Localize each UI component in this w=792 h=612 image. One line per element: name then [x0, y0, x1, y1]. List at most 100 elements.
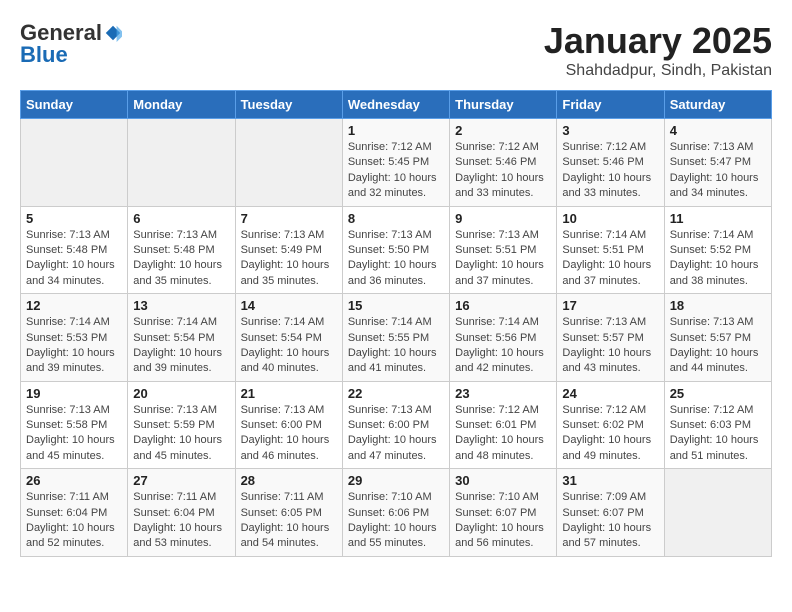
day-number: 6	[133, 211, 229, 226]
calendar-cell: 1 Sunrise: 7:12 AM Sunset: 5:45 PM Daylig…	[342, 119, 449, 207]
calendar-week-row: 19 Sunrise: 7:13 AM Sunset: 5:58 PM Dayli…	[21, 381, 772, 469]
day-info: Sunrise: 7:10 AM Sunset: 6:07 PM Dayligh…	[455, 490, 551, 552]
calendar-cell	[128, 119, 235, 207]
day-number: 1	[348, 123, 444, 138]
calendar-cell: 24Sunrise: 7:12 AM Sunset: 6:02 PM Dayli…	[557, 381, 664, 469]
day-number: 16	[455, 298, 551, 313]
day-info: Sunrise: 7:12 AM Sunset: 5:45 PM Dayligh…	[348, 140, 444, 202]
calendar-cell: 5Sunrise: 7:13 AM Sunset: 5:48 PM Daylig…	[21, 206, 128, 294]
logo: General Blue	[20, 20, 122, 68]
calendar-cell: 12 Sunrise: 7:14 AM Sunset: 5:53 PM Dayli…	[21, 294, 128, 382]
weekday-header-row: SundayMondayTuesdayWednesdayThursdayFrid…	[21, 91, 772, 119]
calendar-cell: 13 Sunrise: 7:14 AM Sunset: 5:54 PM Dayli…	[128, 294, 235, 382]
calendar-cell: 6 Sunrise: 7:13 AM Sunset: 5:48 PM Daylig…	[128, 206, 235, 294]
day-info: Sunrise: 7:14 AM Sunset: 5:53 PM Dayligh…	[26, 315, 122, 377]
day-number: 12	[26, 298, 122, 313]
day-info: Sunrise: 7:12 AM Sunset: 5:46 PM Dayligh…	[562, 140, 658, 202]
calendar-table: SundayMondayTuesdayWednesdayThursdayFrid…	[20, 90, 772, 557]
day-info: Sunrise: 7:13 AM Sunset: 5:59 PM Dayligh…	[133, 403, 229, 465]
day-info: Sunrise: 7:11 AM Sunset: 6:04 PM Dayligh…	[26, 490, 122, 552]
day-number: 25	[670, 386, 766, 401]
calendar-cell: 4 Sunrise: 7:13 AM Sunset: 5:47 PM Daylig…	[664, 119, 771, 207]
calendar-cell	[21, 119, 128, 207]
day-number: 4	[670, 123, 766, 138]
logo-icon	[104, 24, 122, 42]
weekday-header-monday: Monday	[128, 91, 235, 119]
day-info: Sunrise: 7:13 AM Sunset: 6:00 PM Dayligh…	[348, 403, 444, 465]
day-info: Sunrise: 7:09 AM Sunset: 6:07 PM Dayligh…	[562, 490, 658, 552]
day-info: Sunrise: 7:10 AM Sunset: 6:06 PM Dayligh…	[348, 490, 444, 552]
calendar-cell: 22 Sunrise: 7:13 AM Sunset: 6:00 PM Dayli…	[342, 381, 449, 469]
day-number: 31	[562, 473, 658, 488]
day-info: Sunrise: 7:12 AM Sunset: 5:46 PM Dayligh…	[455, 140, 551, 202]
day-info: Sunrise: 7:12 AM Sunset: 6:02 PM Dayligh…	[562, 403, 658, 465]
day-number: 5	[26, 211, 122, 226]
day-number: 28	[241, 473, 337, 488]
day-number: 21	[241, 386, 337, 401]
day-number: 15	[348, 298, 444, 313]
day-number: 13	[133, 298, 229, 313]
calendar-cell: 8Sunrise: 7:13 AM Sunset: 5:50 PM Daylig…	[342, 206, 449, 294]
day-info: Sunrise: 7:14 AM Sunset: 5:54 PM Dayligh…	[133, 315, 229, 377]
calendar-week-row: 26 Sunrise: 7:11 AM Sunset: 6:04 PM Dayli…	[21, 469, 772, 557]
day-number: 3	[562, 123, 658, 138]
day-number: 20	[133, 386, 229, 401]
calendar-cell	[664, 469, 771, 557]
day-number: 19	[26, 386, 122, 401]
weekday-header-thursday: Thursday	[450, 91, 557, 119]
calendar-cell: 11Sunrise: 7:14 AM Sunset: 5:52 PM Dayli…	[664, 206, 771, 294]
calendar-cell: 25 Sunrise: 7:12 AM Sunset: 6:03 PM Dayli…	[664, 381, 771, 469]
day-number: 23	[455, 386, 551, 401]
page-header: General Blue January 2025 Shahdadpur, Si…	[20, 20, 772, 80]
day-number: 2	[455, 123, 551, 138]
day-number: 9	[455, 211, 551, 226]
day-info: Sunrise: 7:14 AM Sunset: 5:51 PM Dayligh…	[562, 228, 658, 290]
weekday-header-sunday: Sunday	[21, 91, 128, 119]
day-info: Sunrise: 7:13 AM Sunset: 5:49 PM Dayligh…	[241, 228, 337, 290]
calendar-cell: 19 Sunrise: 7:13 AM Sunset: 5:58 PM Dayli…	[21, 381, 128, 469]
day-info: Sunrise: 7:13 AM Sunset: 5:48 PM Dayligh…	[133, 228, 229, 290]
day-info: Sunrise: 7:12 AM Sunset: 6:01 PM Dayligh…	[455, 403, 551, 465]
day-info: Sunrise: 7:13 AM Sunset: 5:58 PM Dayligh…	[26, 403, 122, 465]
weekday-header-friday: Friday	[557, 91, 664, 119]
day-number: 30	[455, 473, 551, 488]
day-number: 26	[26, 473, 122, 488]
calendar-cell: 16 Sunrise: 7:14 AM Sunset: 5:56 PM Dayli…	[450, 294, 557, 382]
calendar-cell: 10 Sunrise: 7:14 AM Sunset: 5:51 PM Dayli…	[557, 206, 664, 294]
day-number: 7	[241, 211, 337, 226]
day-info: Sunrise: 7:13 AM Sunset: 6:00 PM Dayligh…	[241, 403, 337, 465]
day-info: Sunrise: 7:12 AM Sunset: 6:03 PM Dayligh…	[670, 403, 766, 465]
day-number: 8	[348, 211, 444, 226]
day-info: Sunrise: 7:14 AM Sunset: 5:52 PM Dayligh…	[670, 228, 766, 290]
day-number: 10	[562, 211, 658, 226]
calendar-cell: 15 Sunrise: 7:14 AM Sunset: 5:55 PM Dayli…	[342, 294, 449, 382]
calendar-cell	[235, 119, 342, 207]
calendar-cell: 17 Sunrise: 7:13 AM Sunset: 5:57 PM Dayli…	[557, 294, 664, 382]
calendar-week-row: 5 Sunrise: 7:13 AM Sunset: 5:48 PM Daylig…	[21, 206, 772, 294]
calendar-cell: 31 Sunrise: 7:09 AM Sunset: 6:07 PM Dayli…	[557, 469, 664, 557]
day-number: 27	[133, 473, 229, 488]
day-info: Sunrise: 7:13 AM Sunset: 5:57 PM Dayligh…	[670, 315, 766, 377]
day-info: Sunrise: 7:13 AM Sunset: 5:57 PM Dayligh…	[562, 315, 658, 377]
day-info: Sunrise: 7:14 AM Sunset: 5:54 PM Dayligh…	[241, 315, 337, 377]
calendar-cell: 20 Sunrise: 7:13 AM Sunset: 5:59 PM Dayli…	[128, 381, 235, 469]
calendar-subtitle: Shahdadpur, Sindh, Pakistan	[544, 62, 772, 80]
calendar-cell: 18 Sunrise: 7:13 AM Sunset: 5:57 PM Dayli…	[664, 294, 771, 382]
day-number: 17	[562, 298, 658, 313]
day-info: Sunrise: 7:14 AM Sunset: 5:55 PM Dayligh…	[348, 315, 444, 377]
calendar-title: January 2025	[544, 20, 772, 62]
calendar-week-row: 1 Sunrise: 7:12 AM Sunset: 5:45 PM Daylig…	[21, 119, 772, 207]
calendar-week-row: 12 Sunrise: 7:14 AM Sunset: 5:53 PM Dayli…	[21, 294, 772, 382]
weekday-header-saturday: Saturday	[664, 91, 771, 119]
calendar-cell: 27 Sunrise: 7:11 AM Sunset: 6:04 PM Dayli…	[128, 469, 235, 557]
day-info: Sunrise: 7:11 AM Sunset: 6:04 PM Dayligh…	[133, 490, 229, 552]
calendar-cell: 2 Sunrise: 7:12 AM Sunset: 5:46 PM Daylig…	[450, 119, 557, 207]
calendar-cell: 28Sunrise: 7:11 AM Sunset: 6:05 PM Dayli…	[235, 469, 342, 557]
calendar-cell: 30 Sunrise: 7:10 AM Sunset: 6:07 PM Dayli…	[450, 469, 557, 557]
day-number: 18	[670, 298, 766, 313]
day-info: Sunrise: 7:14 AM Sunset: 5:56 PM Dayligh…	[455, 315, 551, 377]
logo-blue-text: Blue	[20, 42, 68, 68]
day-info: Sunrise: 7:13 AM Sunset: 5:51 PM Dayligh…	[455, 228, 551, 290]
day-info: Sunrise: 7:13 AM Sunset: 5:47 PM Dayligh…	[670, 140, 766, 202]
day-number: 22	[348, 386, 444, 401]
